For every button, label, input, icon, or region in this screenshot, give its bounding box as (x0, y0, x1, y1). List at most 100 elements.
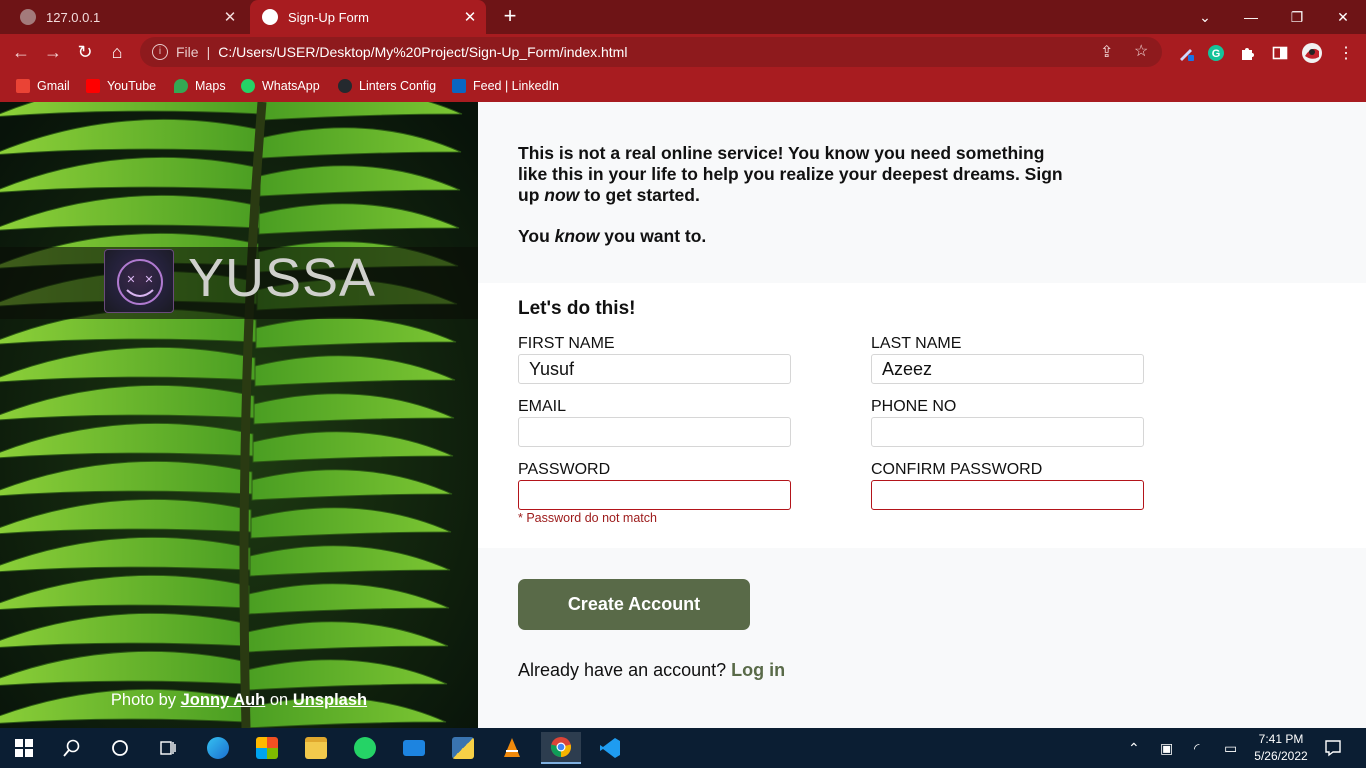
login-prompt-text: Already have an account? (518, 660, 727, 680)
url-text[interactable]: C:/Users/USER/Desktop/My%20Project/Sign-… (218, 44, 627, 60)
bookmark-maps[interactable]: Maps (174, 77, 226, 95)
meet-now-icon[interactable]: ▣ (1160, 728, 1173, 768)
forward-arrow-icon[interactable]: → (40, 39, 66, 65)
credit-prefix: Photo by (110, 691, 177, 709)
network-icon[interactable]: ◜ (1194, 728, 1199, 768)
bookmark-label: Linters Config (359, 79, 437, 93)
grammarly-icon[interactable]: G (1206, 43, 1226, 63)
first-name-label: FIRST NAME (518, 335, 615, 352)
window-close-button[interactable]: ✕ (1320, 0, 1366, 34)
password-field[interactable] (518, 480, 791, 510)
address-bar[interactable]: i File | C:/Users/USER/Desktop/My%20Proj… (140, 37, 1162, 67)
form-actions: Create Account Already have an account? … (478, 548, 1366, 728)
home-icon[interactable]: ⌂ (104, 39, 130, 65)
back-arrow-icon[interactable]: ← (8, 39, 34, 65)
password-error-message: * Password do not match (518, 511, 657, 525)
kebab-menu-icon[interactable]: ⋮ (1336, 43, 1356, 63)
credit-on: on (269, 691, 289, 709)
share-icon[interactable]: ⇪ (1100, 42, 1113, 62)
edge-icon[interactable] (198, 732, 238, 764)
reload-icon[interactable]: ↻ (72, 39, 98, 65)
login-prompt: Already have an account? Log in (518, 660, 785, 681)
globe-icon (262, 9, 278, 25)
form-title: Let's do this! (518, 298, 636, 319)
divider: | (206, 44, 211, 60)
bookmark-label: Maps (195, 79, 226, 93)
tab-title: 127.0.0.1 (46, 9, 101, 25)
youtube-icon (86, 79, 100, 93)
clock-date: 5/26/2022 (1254, 749, 1308, 763)
bookmark-label: YouTube (107, 79, 157, 93)
login-link[interactable]: Log in (731, 660, 785, 680)
bookmark-star-icon[interactable]: ☆ (1134, 41, 1148, 61)
system-clock[interactable]: 7:41 PM 5/26/2022 (1248, 731, 1314, 765)
tray-chevron-icon[interactable]: ⌃ (1128, 728, 1140, 768)
photo-credit: Photo by Jonny Auh on Unsplash (0, 691, 478, 710)
pen-extension-icon[interactable] (1176, 43, 1196, 63)
svg-text:G: G (1212, 48, 1221, 60)
info-icon[interactable]: i (152, 44, 168, 60)
first-name-input[interactable] (518, 354, 791, 384)
author-link[interactable]: Jonny Auh (181, 691, 266, 709)
vscode-icon[interactable] (590, 732, 630, 764)
tab-title: Sign-Up Form (288, 9, 369, 25)
minimize-button[interactable]: — (1228, 0, 1274, 34)
globe-icon (20, 9, 36, 25)
clock-time: 7:41 PM (1258, 732, 1304, 746)
purple-smiley-logo: ✕ ✕ (104, 249, 174, 313)
bookmark-label: Feed | LinkedIn (473, 79, 559, 93)
last-name-input[interactable] (871, 354, 1144, 384)
confirm-password-field[interactable] (871, 480, 1144, 510)
intro-emphasis: now (544, 185, 580, 205)
profile-avatar[interactable] (1302, 43, 1322, 63)
last-name-label: LAST NAME (871, 335, 962, 352)
bookmark-gmail[interactable]: Gmail (16, 77, 70, 95)
bookmark-youtube[interactable]: YouTube (86, 77, 156, 95)
phone-field[interactable] (871, 417, 1144, 447)
whatsapp-icon (241, 79, 255, 93)
phone-label: PHONE NO (871, 398, 957, 415)
bookmark-whatsapp[interactable]: WhatsApp (241, 77, 320, 95)
task-view-icon[interactable] (148, 732, 188, 764)
python-icon[interactable] (443, 732, 483, 764)
intro-tagline: You know you want to. (518, 226, 1078, 247)
github-icon (338, 79, 352, 93)
extensions-puzzle-icon[interactable] (1238, 43, 1258, 63)
tab-localhost[interactable]: 127.0.0.1 ✕ (8, 0, 246, 34)
create-account-button[interactable]: Create Account (518, 579, 750, 630)
chrome-icon[interactable] (541, 732, 581, 764)
store-icon[interactable] (247, 732, 287, 764)
linkedin-icon (452, 79, 466, 93)
cortana-icon[interactable] (100, 732, 140, 764)
start-icon[interactable] (4, 732, 44, 764)
restore-button[interactable]: ❐ (1274, 0, 1320, 34)
side-panel-icon[interactable] (1270, 43, 1290, 63)
tab-close-icon[interactable]: ✕ (458, 8, 482, 26)
maps-icon (174, 79, 188, 93)
bookmark-linkedin[interactable]: Feed | LinkedIn (452, 77, 559, 95)
gmail-icon (16, 79, 30, 93)
vlc-icon[interactable] (492, 732, 532, 764)
tagline-end: you want to. (599, 226, 707, 246)
brand-name: YUSSA (188, 248, 377, 308)
signup-form: Let's do this! FIRST NAME LAST NAME EMAI… (478, 283, 1366, 548)
search-icon[interactable] (52, 732, 92, 764)
unsplash-link[interactable]: Unsplash (293, 691, 367, 709)
tab-sign-up-form[interactable]: Sign-Up Form ✕ (250, 0, 486, 34)
mail-icon[interactable] (394, 732, 434, 764)
new-tab-button[interactable]: + (498, 4, 522, 28)
tab-close-icon[interactable]: ✕ (218, 8, 242, 26)
notifications-icon[interactable] (1324, 728, 1342, 768)
svg-text:✕: ✕ (144, 274, 153, 286)
email-field[interactable] (518, 417, 791, 447)
tab-search-icon[interactable]: ⌄ (1182, 0, 1228, 34)
browser-toolbar: ← → ↻ ⌂ i File | C:/Users/USER/Desktop/M… (0, 34, 1366, 70)
intro-text: This is not a real online service! You k… (518, 143, 1078, 206)
whatsapp-icon[interactable] (345, 732, 385, 764)
bookmark-label: WhatsApp (262, 79, 320, 93)
intro-line-end: to get started. (579, 185, 700, 205)
file-explorer-icon[interactable] (296, 732, 336, 764)
bookmark-linters-config[interactable]: Linters Config (338, 77, 436, 95)
battery-icon[interactable]: ▭ (1224, 728, 1237, 768)
tab-strip: 127.0.0.1 ✕ Sign-Up Form ✕ + ⌄ — ❐ ✕ (0, 0, 1366, 34)
